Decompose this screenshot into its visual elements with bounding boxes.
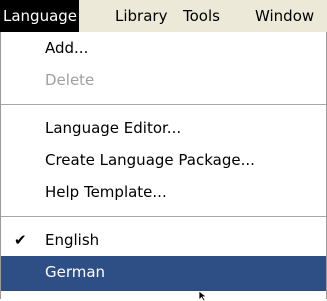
menu-item-create-language-package[interactable]: Create Language Package...	[1, 144, 326, 176]
menu-item-delete-label: Delete	[45, 71, 95, 89]
menu-item-help-template-label: Help Template...	[45, 183, 167, 201]
menu-item-language-editor[interactable]: Language Editor...	[1, 112, 326, 144]
menu-bar: Language Library Tools Window	[0, 0, 327, 32]
menu-item-german[interactable]: German	[1, 256, 326, 291]
mouse-pointer-icon	[198, 291, 208, 301]
menu-item-add[interactable]: Add...	[1, 32, 326, 64]
menu-window[interactable]: Window	[255, 0, 314, 32]
menu-library[interactable]: Library	[115, 0, 167, 32]
menu-item-language-editor-label: Language Editor...	[45, 119, 182, 137]
menu-item-help-template[interactable]: Help Template...	[1, 176, 326, 208]
menu-item-create-language-package-label: Create Language Package...	[45, 151, 255, 169]
menu-separator	[1, 216, 326, 218]
menu-tools[interactable]: Tools	[183, 0, 220, 32]
menu-item-english[interactable]: ✔ English	[1, 224, 326, 256]
menu-language[interactable]: Language	[0, 0, 80, 32]
language-dropdown-menu: Add... Delete Language Editor... Create …	[0, 32, 327, 299]
menu-item-add-label: Add...	[45, 39, 89, 57]
menu-item-german-label: German	[45, 263, 106, 281]
menu-item-delete: Delete	[1, 64, 326, 96]
menu-separator	[1, 104, 326, 106]
checkmark-icon: ✔	[14, 231, 27, 249]
menu-item-english-label: English	[45, 231, 100, 249]
